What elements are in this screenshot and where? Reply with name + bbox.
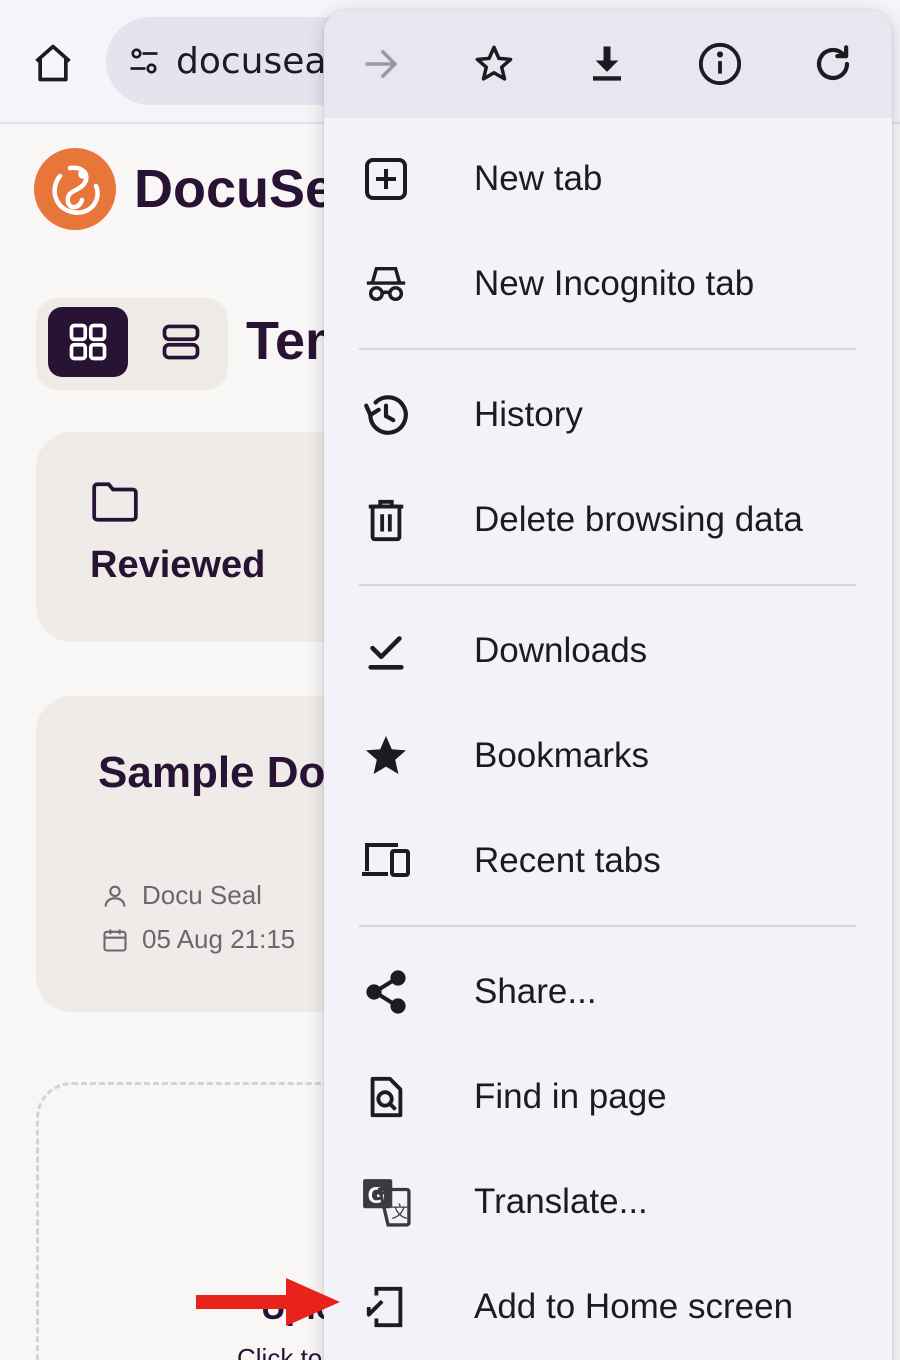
add-to-home-icon bbox=[360, 1281, 412, 1333]
share-icon bbox=[360, 966, 412, 1018]
menu-item-new-tab[interactable]: New tab bbox=[324, 126, 892, 231]
menu-item-bookmarks[interactable]: Bookmarks bbox=[324, 703, 892, 808]
browser-overflow-menu: New tab New Incognito tab History Delete… bbox=[324, 10, 892, 1360]
svg-text:文: 文 bbox=[391, 1202, 408, 1221]
menu-item-history[interactable]: History bbox=[324, 362, 892, 467]
menu-item-add-to-home-screen[interactable]: Add to Home screen bbox=[324, 1254, 892, 1359]
forward-button[interactable] bbox=[324, 10, 437, 118]
star-filled-icon bbox=[360, 730, 412, 782]
info-icon bbox=[698, 42, 741, 86]
new-tab-icon bbox=[360, 153, 412, 205]
menu-item-new-incognito-tab[interactable]: New Incognito tab bbox=[324, 231, 892, 336]
folder-name: Reviewed bbox=[90, 544, 266, 586]
grid-icon bbox=[69, 323, 107, 361]
trash-icon bbox=[360, 494, 412, 546]
downloads-check-icon bbox=[360, 625, 412, 677]
download-page-button[interactable] bbox=[550, 10, 663, 118]
bookmark-star-icon bbox=[475, 45, 512, 81]
menu-item-label: Find in page bbox=[474, 1076, 667, 1116]
menu-item-label: Add to Home screen bbox=[474, 1286, 794, 1326]
menu-item-recent-tabs[interactable]: Recent tabs bbox=[324, 808, 892, 913]
calendar-icon bbox=[100, 925, 130, 955]
docuseal-logo[interactable] bbox=[34, 148, 116, 230]
menu-item-find-in-page[interactable]: Find in page bbox=[324, 1044, 892, 1149]
menu-item-share[interactable]: Share... bbox=[324, 939, 892, 1044]
menu-item-label: Delete browsing data bbox=[474, 499, 803, 539]
author-name: Docu Seal bbox=[142, 880, 262, 910]
home-icon bbox=[35, 44, 71, 82]
menu-item-label: History bbox=[474, 394, 583, 434]
home-button[interactable] bbox=[28, 38, 78, 88]
download-icon bbox=[592, 46, 621, 81]
incognito-icon bbox=[360, 258, 412, 310]
menu-item-label: New Incognito tab bbox=[474, 263, 755, 303]
menu-item-downloads[interactable]: Downloads bbox=[324, 598, 892, 703]
template-author: Docu Seal bbox=[100, 880, 262, 911]
page-info-button[interactable] bbox=[663, 10, 776, 118]
menu-item-label: Bookmarks bbox=[474, 735, 650, 775]
history-icon bbox=[360, 389, 412, 441]
refresh-button[interactable] bbox=[776, 10, 889, 118]
user-icon bbox=[100, 881, 130, 911]
refresh-icon bbox=[816, 45, 849, 81]
find-in-page-icon bbox=[360, 1071, 412, 1123]
menu-item-label: Downloads bbox=[474, 630, 648, 670]
grid-view-button[interactable] bbox=[48, 307, 128, 377]
url-text: docuseal bbox=[176, 40, 337, 82]
annotation-arrow-icon bbox=[196, 1278, 340, 1326]
bookmark-button[interactable] bbox=[437, 10, 550, 118]
menu-item-label: Translate... bbox=[474, 1181, 648, 1221]
menu-toolbar bbox=[324, 10, 892, 118]
menu-item-label: Recent tabs bbox=[474, 840, 661, 880]
menu-item-delete-browsing-data[interactable]: Delete browsing data bbox=[324, 467, 892, 572]
list-view-button[interactable] bbox=[146, 307, 216, 377]
list-icon bbox=[162, 324, 200, 360]
created-date: 05 Aug 21:15 bbox=[142, 924, 296, 954]
site-settings-icon[interactable] bbox=[124, 41, 164, 81]
template-date: 05 Aug 21:15 bbox=[100, 924, 295, 955]
menu-item-translate[interactable]: G文 Translate... bbox=[324, 1149, 892, 1254]
upload-subtitle: Click to bbox=[237, 1343, 323, 1360]
menu-item-label: New tab bbox=[474, 158, 603, 198]
devices-icon bbox=[360, 835, 412, 887]
view-toggle bbox=[36, 298, 228, 390]
menu-item-label: Share... bbox=[474, 971, 597, 1011]
menu-divider bbox=[359, 584, 856, 586]
menu-divider bbox=[359, 348, 856, 350]
forward-arrow-icon bbox=[364, 50, 397, 78]
translate-icon: G文 bbox=[360, 1176, 412, 1228]
folder-icon bbox=[92, 482, 138, 522]
menu-divider bbox=[359, 925, 856, 927]
